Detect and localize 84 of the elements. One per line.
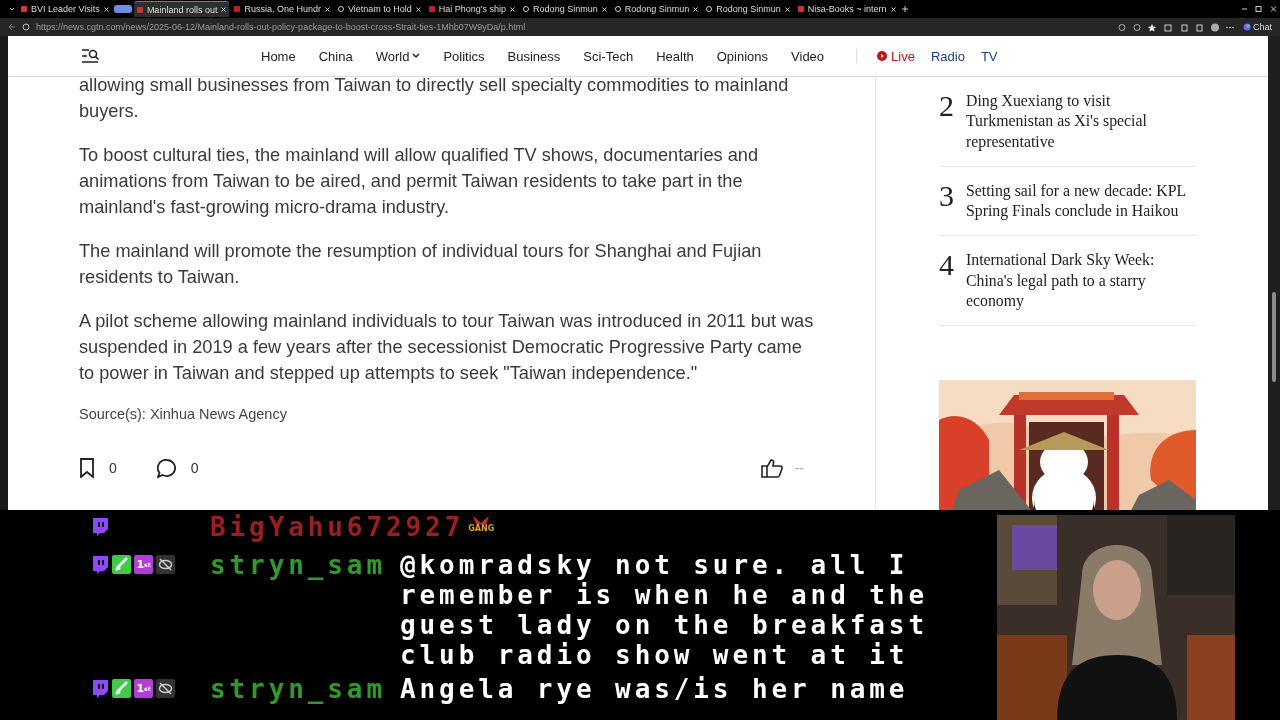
play-icon: [877, 51, 888, 61]
favicon-icon: [797, 6, 804, 12]
site-info-icon[interactable]: [22, 23, 30, 31]
nav-link[interactable]: Video: [791, 48, 825, 64]
favicon-icon: [21, 6, 27, 12]
tv-link[interactable]: TV: [980, 48, 998, 64]
nav-link[interactable]: China: [318, 48, 353, 64]
new-tab-icon[interactable]: [900, 5, 909, 13]
favicon-icon: [428, 6, 435, 12]
menu-search-icon[interactable]: [81, 48, 99, 64]
eye-slash-icon: [156, 679, 175, 698]
rank-number: 2: [939, 91, 955, 124]
chat-username: stryn_sam: [210, 674, 387, 704]
close-icon[interactable]: [221, 7, 227, 12]
browser-tab[interactable]: Vietnam to Hold: [334, 1, 424, 17]
close-icon[interactable]: [324, 6, 330, 12]
favicon-icon: [523, 6, 530, 12]
tab-list-icon[interactable]: [8, 5, 16, 13]
nav-link[interactable]: Politics: [443, 48, 485, 64]
favicon-icon: [706, 6, 713, 12]
address-bar[interactable]: https://news.cgtn.com/news/2025-06-12/Mainland-rolls-out-policy-package-to-boost-cross-Strait-ties-1Mhb07W9yDa/p.html: [36, 22, 1111, 32]
nav-link[interactable]: Business: [507, 48, 561, 64]
article-paragraph: The mainland will promote the resumption of individual tours for Shanghai and Fujian residents to Taiwan.: [79, 240, 763, 289]
article-paragraph: To boost cultural ties, the mainland will allow qualified TV shows, documentaries and animations from Taiwan to be aired, and permit Taiwan residents to take part in the mainland's fast-growing micro-drama industry.: [79, 144, 760, 219]
article-paragraph: A pilot scheme allowing mainland individuals to tour Taiwan was introduced in 2011 but was suspended in 2019 a few years after the secessionist Democratic Progressive Party came to power in Taiwan and stepped up attempts to seek "Taiwan independence.": [79, 310, 815, 385]
chat-bubble-icon: [90, 679, 109, 698]
tab-group-marker[interactable]: [113, 5, 132, 13]
first-badge: 1$^{st}$: [134, 679, 153, 698]
bookmark-icon[interactable]: [79, 458, 95, 478]
scrollbar-thumb[interactable]: [1272, 292, 1276, 382]
nav-link[interactable]: World: [375, 48, 421, 64]
favicon-icon: [136, 6, 143, 13]
eye-slash-icon: [156, 555, 175, 574]
chat-message: Angela rye was/is her name: [400, 674, 910, 704]
headline-link[interactable]: Ding Xuexiang to visit Turkmenistan as Xi's special representative: [966, 91, 1191, 152]
thumbs-up-icon[interactable]: [760, 458, 783, 478]
close-icon[interactable]: [103, 6, 109, 12]
chat-message: @komradsky not sure. all I remember is when he and the guest lady on the breakfast club radio show went at it: [400, 550, 929, 670]
back-icon[interactable]: [8, 23, 16, 31]
browser-tab[interactable]: Mainland rolls out: [133, 1, 230, 17]
favicon-icon: [614, 6, 621, 12]
nav-link[interactable]: Health: [656, 48, 694, 64]
bookmark-count: 0: [109, 460, 117, 476]
headline-link[interactable]: International Dark Sky Week: China's legal path to a starry economy: [966, 250, 1191, 312]
comment-icon[interactable]: [156, 458, 177, 478]
radio-link[interactable]: Radio: [930, 48, 965, 64]
browser-tab[interactable]: BVI Leader Visits: [18, 1, 112, 17]
browser-tab[interactable]: Rodong Sinmun: [520, 1, 610, 17]
favicon-icon: [337, 6, 344, 12]
browser-tab[interactable]: Rodong Sinmun: [611, 1, 702, 17]
browser-tab[interactable]: Russia, One Hundr: [231, 1, 333, 17]
browser-tab[interactable]: Nisa-Books ~ intern: [794, 1, 899, 17]
comment-count: 0: [190, 460, 199, 476]
toolbar-icons-drawing[interactable]: [1117, 22, 1237, 32]
close-icon[interactable]: [890, 6, 896, 12]
rank-number: 3: [939, 180, 955, 214]
chat-bubble-icon: [90, 555, 109, 574]
nav-link[interactable]: Sci-Tech: [583, 48, 634, 64]
browser-tab[interactable]: Rodong Sinmun: [703, 1, 793, 17]
live-link[interactable]: Live: [877, 48, 915, 64]
sword-icon: [112, 555, 131, 574]
chat-username: BigYahu672927: [210, 512, 465, 542]
crown-icon: [472, 516, 491, 524]
close-icon[interactable]: [415, 6, 421, 12]
first-badge: 1$^{st}$: [134, 555, 153, 574]
nav-link[interactable]: Opinions: [716, 48, 769, 64]
close-icon[interactable]: [601, 6, 607, 12]
close-icon[interactable]: [784, 6, 790, 12]
chat-bubble-icon: [90, 517, 109, 536]
close-icon[interactable]: [510, 6, 516, 12]
article-paragraph: allowing small businesses from Taiwan to directly sell specialty commodities to mainland buyers.: [79, 74, 790, 123]
like-count: --: [794, 460, 804, 476]
nav-link[interactable]: Home: [261, 48, 296, 64]
copilot-icon: [1243, 23, 1251, 31]
source-credit: Source(s): Xinhua News Agency: [79, 406, 288, 422]
headline-link[interactable]: Setting sail for a new decade: KPL Spring Finals conclude in Haikou: [966, 180, 1191, 222]
emote-label: GANG: [468, 524, 495, 533]
close-icon[interactable]: [693, 6, 699, 12]
browser-tab[interactable]: Hai Phong's ship: [425, 1, 519, 17]
sword-icon: [112, 679, 131, 698]
favicon-icon: [234, 6, 241, 12]
rank-number: 4: [939, 250, 955, 284]
chat-username: stryn_sam: [210, 550, 387, 580]
chat-button[interactable]: Chat: [1243, 22, 1272, 32]
